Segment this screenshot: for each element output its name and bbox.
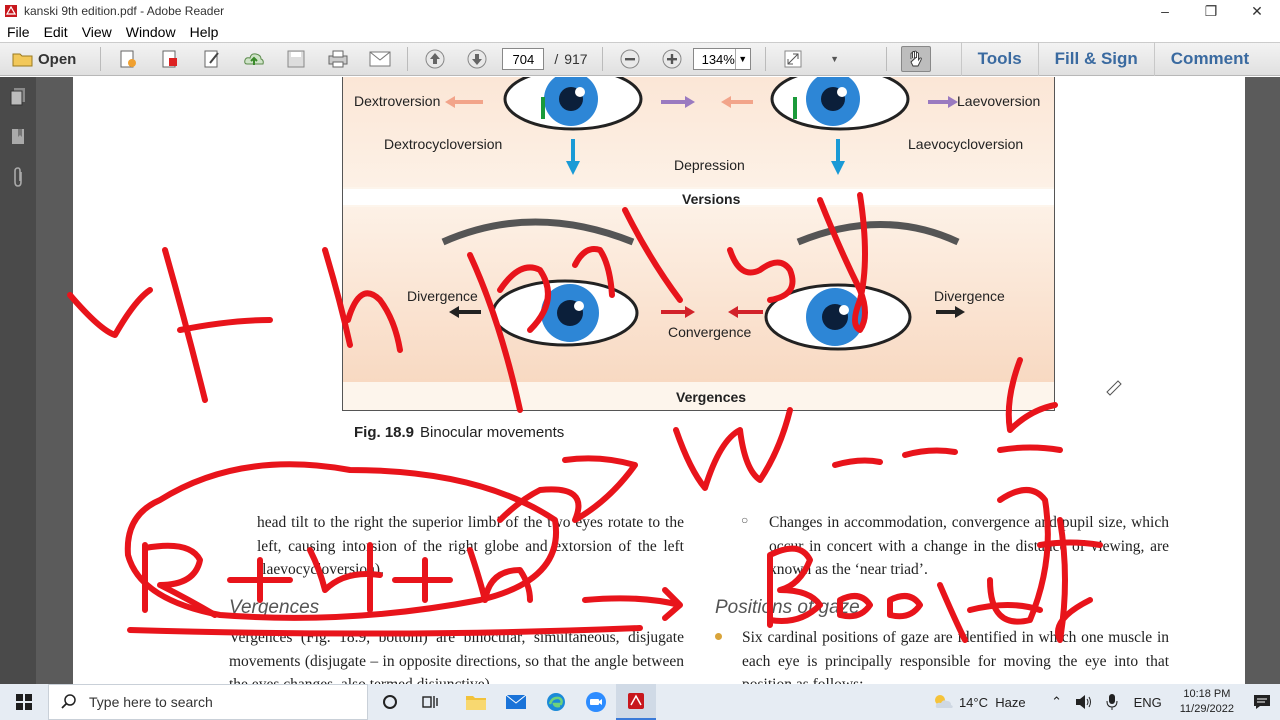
left-paragraph-2: Vergences (Fig. 18.9, bottom) are binocu… (229, 629, 684, 684)
menu-edit[interactable]: Edit (37, 24, 75, 40)
adobe-reader-icon (5, 5, 17, 17)
next-page-icon[interactable] (464, 46, 490, 72)
bullet-dot (715, 633, 722, 640)
title-bar: kanski 9th edition.pdf - Adobe Reader – … (0, 0, 1280, 22)
figure-binocular-movements: Dextroversion Laevoversion Dextrocyclove… (342, 77, 1055, 411)
microphone-icon[interactable] (1098, 684, 1126, 720)
page-number-input[interactable]: 704 (502, 48, 545, 70)
toolbar: Open 704 / 917 134% ▼ ▼ Tools Fill & Sig… (0, 42, 1280, 76)
email-icon[interactable] (367, 46, 393, 72)
page-total: 917 (564, 51, 588, 67)
customize-dropdown-icon[interactable]: ▼ (822, 46, 848, 72)
label-convergence: Convergence (668, 324, 752, 340)
create-pdf-icon[interactable] (115, 46, 141, 72)
edge-browser-icon[interactable] (536, 684, 576, 720)
adobe-reader-taskbar-icon[interactable] (616, 684, 656, 720)
window-title: kanski 9th edition.pdf - Adobe Reader (24, 4, 225, 18)
zoom-app-icon[interactable] (576, 684, 616, 720)
divider (100, 47, 102, 71)
file-explorer-icon[interactable] (456, 684, 496, 720)
weather-text[interactable]: 14°C Haze (959, 695, 1026, 710)
taskbar-search[interactable]: Type here to search (48, 684, 368, 720)
volume-icon[interactable] (1070, 684, 1098, 720)
right-paragraph: Six cardinal positions of gaze are ident… (742, 629, 1169, 684)
divider (764, 47, 766, 71)
chevron-up-icon[interactable]: ⌃ (1044, 684, 1070, 720)
mail-icon[interactable] (496, 684, 536, 720)
label-depression: Depression (674, 157, 745, 173)
label-vergences: Vergences (676, 389, 747, 405)
export-pdf-icon[interactable] (157, 46, 183, 72)
notifications-icon[interactable] (1244, 684, 1280, 720)
label-dextroversion: Dextroversion (354, 93, 441, 109)
cloud-upload-icon[interactable] (241, 46, 267, 72)
cortana-icon[interactable] (370, 684, 410, 720)
pdf-page: Dextroversion Laevoversion Dextrocyclove… (73, 77, 1245, 684)
divider (885, 47, 887, 71)
menu-help[interactable]: Help (183, 24, 226, 40)
clock[interactable]: 10:18 PM 11/29/2022 (1180, 687, 1234, 717)
navigation-pane (0, 77, 36, 684)
document-viewer[interactable]: Dextroversion Laevoversion Dextrocyclove… (36, 77, 1280, 684)
label-divergence-right: Divergence (934, 288, 1005, 304)
print-icon[interactable] (325, 46, 351, 72)
attachments-icon[interactable] (0, 157, 36, 197)
menu-view[interactable]: View (75, 24, 119, 40)
language-indicator[interactable]: ENG (1134, 695, 1162, 710)
left-paragraph-1: head tilt to the right the superior limb… (257, 514, 684, 578)
edit-pdf-icon[interactable] (199, 46, 225, 72)
hand-tool-icon[interactable] (900, 46, 931, 72)
zoom-in-icon[interactable] (659, 46, 685, 72)
heading-vergences: Vergences (229, 597, 320, 618)
page-thumbnails-icon[interactable] (0, 77, 36, 117)
comment-link[interactable]: Comment (1153, 42, 1265, 76)
label-laevocycloversion: Laevocycloversion (908, 136, 1024, 152)
divider (601, 47, 603, 71)
chevron-down-icon: ▼ (734, 49, 750, 69)
previous-page-icon[interactable] (422, 46, 448, 72)
taskbar: Type here to search 14°C Haze ⌃ ENG 10:1… (0, 684, 1280, 720)
heading-positions-of-gaze: Positions of gaze (715, 597, 860, 618)
menu-window[interactable]: Window (119, 24, 183, 40)
divider (407, 47, 409, 71)
label-versions: Versions (682, 191, 741, 207)
minimize-button[interactable]: – (1142, 0, 1188, 22)
bookmarks-icon[interactable] (0, 117, 36, 157)
zoom-select[interactable]: 134% ▼ (692, 48, 751, 70)
tools-link[interactable]: Tools (960, 42, 1038, 76)
close-button[interactable]: ✕ (1234, 0, 1280, 22)
label-laevoversion: Laevoversion (957, 93, 1041, 109)
label-divergence-left: Divergence (407, 288, 478, 304)
save-icon[interactable] (283, 46, 309, 72)
figure-caption: Fig. 18.9 Binocular movements (354, 424, 565, 441)
menu-bar: File Edit View Window Help (0, 22, 1280, 42)
eyes-illustration (441, 77, 965, 351)
task-view-icon[interactable] (410, 684, 450, 720)
right-bullet: Changes in accommodation, convergence an… (769, 514, 1169, 578)
fit-page-icon[interactable] (780, 46, 806, 72)
windows-start-icon[interactable] (0, 684, 48, 720)
system-tray: 14°C Haze ⌃ ENG 10:18 PM 11/29/2022 (929, 684, 1280, 720)
open-button[interactable]: Open (0, 46, 82, 72)
menu-file[interactable]: File (0, 24, 37, 40)
bullet-marker: ○ (741, 513, 749, 527)
label-dextrocycloversion: Dextrocycloversion (384, 136, 503, 152)
search-icon (61, 694, 76, 709)
zoom-out-icon[interactable] (617, 46, 643, 72)
page-separator: / (554, 51, 559, 67)
fill-sign-link[interactable]: Fill & Sign (1037, 42, 1154, 76)
weather-icon[interactable] (929, 684, 959, 720)
restore-button[interactable]: ❐ (1188, 0, 1234, 22)
folder-icon (12, 53, 33, 67)
